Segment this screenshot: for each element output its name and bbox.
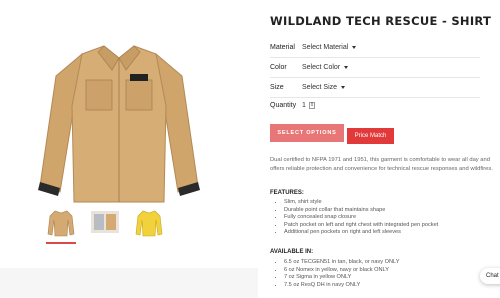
- available-heading: AVAILABLE IN:: [270, 249, 314, 255]
- material-row: Material Select Material: [270, 38, 480, 58]
- yellow-shirt-thumb-icon: [135, 210, 163, 237]
- color-row: Color Select Color: [270, 58, 480, 78]
- chat-button[interactable]: Chat: [480, 268, 500, 284]
- quantity-field[interactable]: 1: [302, 102, 306, 109]
- size-select-value: Select Size: [302, 84, 338, 91]
- detail-thumb-icon: [91, 211, 119, 233]
- product-description: Dual certified to NFPA 1971 and 1951, th…: [270, 157, 493, 172]
- select-options-button[interactable]: SELECT OPTIONS: [270, 124, 344, 142]
- thumbnail-yellow-shirt[interactable]: [134, 208, 164, 238]
- features-heading: FEATURES:: [270, 190, 304, 196]
- quantity-stepper-icon[interactable]: ⇕: [309, 102, 315, 109]
- chevron-down-icon: [352, 45, 357, 49]
- size-label: Size: [270, 84, 284, 91]
- footer-strip: [0, 268, 258, 298]
- quantity-label: Quantity: [270, 102, 297, 109]
- material-select[interactable]: Select Material: [302, 44, 357, 51]
- list-item: 7.5 oz ResQ DH in navy ONLY: [284, 282, 399, 290]
- product-gallery: [0, 0, 258, 298]
- color-label: Color: [270, 64, 287, 71]
- tan-shirt-thumb-icon: [47, 210, 75, 237]
- material-select-value: Select Material: [302, 44, 349, 51]
- list-item: Slim, shirt style: [284, 199, 438, 207]
- thumbnail-tan-shirt[interactable]: [46, 208, 76, 244]
- list-item: 6 oz Nomex in yellow, navy or black ONLY: [284, 267, 399, 275]
- thumbnail-detail[interactable]: [90, 208, 120, 238]
- list-item: 7 oz Sigma in yellow ONLY: [284, 274, 399, 282]
- color-select-value: Select Color: [302, 64, 341, 71]
- list-item: Patch pocket on left and right chest wit…: [284, 222, 438, 230]
- color-select[interactable]: Select Color: [302, 64, 349, 71]
- product-title: WILDLAND TECH RESCUE - SHIRT: [270, 14, 492, 28]
- size-select[interactable]: Select Size: [302, 84, 346, 91]
- features-list: Slim, shirt style Durable point collar t…: [284, 199, 438, 237]
- size-row: Size Select Size: [270, 78, 480, 98]
- list-item: 6.5 oz TECGEN51 in tan, black, or navy O…: [284, 259, 399, 267]
- available-list: 6.5 oz TECGEN51 in tan, black, or navy O…: [284, 259, 399, 289]
- price-match-button[interactable]: Price Match: [347, 128, 394, 144]
- thumbnail-strip: [46, 208, 164, 244]
- quantity-row: Quantity 1 ⇕: [270, 96, 480, 116]
- main-product-image[interactable]: [18, 8, 258, 204]
- material-label: Material: [270, 44, 295, 51]
- list-item: Durable point collar that maintains shap…: [284, 207, 438, 215]
- list-item: Fully concealed snap closure: [284, 214, 438, 222]
- shirt-image: [38, 45, 200, 203]
- chevron-down-icon: [344, 65, 349, 69]
- chevron-down-icon: [341, 85, 346, 89]
- product-info: WILDLAND TECH RESCUE - SHIRT Material Se…: [270, 0, 500, 298]
- list-item: Additional pen pockets on right and left…: [284, 229, 438, 237]
